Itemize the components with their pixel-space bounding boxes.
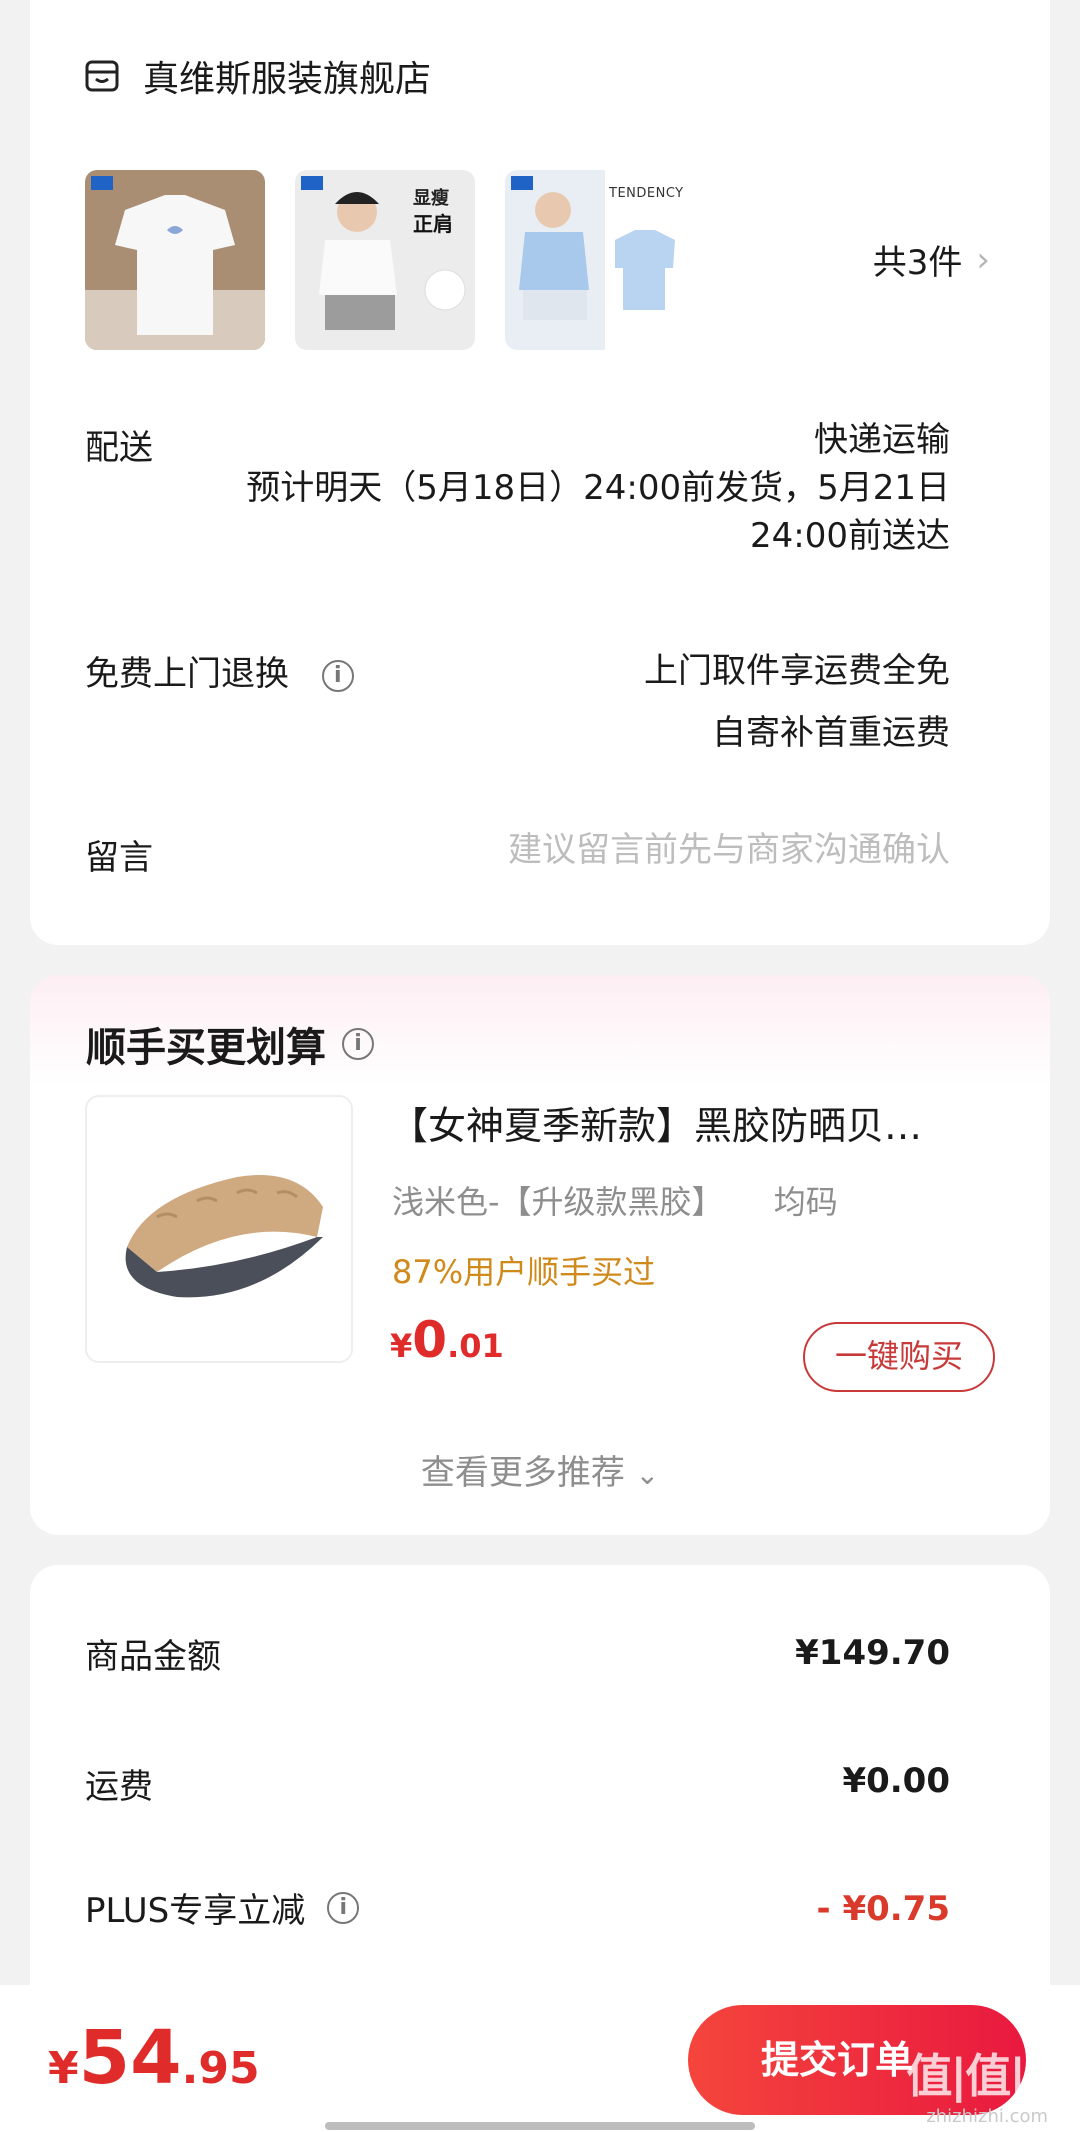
delivery-info[interactable]: 快递运输 预计明天（5月18日）24:00前发货，5月21日 24:00前送达 — [246, 416, 950, 560]
chevron-right-icon: › — [976, 239, 990, 280]
addon-price-int: 0 — [412, 1311, 448, 1369]
product-thumb-1[interactable] — [85, 170, 265, 350]
home-indicator[interactable] — [325, 2122, 755, 2130]
order-card: 真维斯服装旗舰店 显瘦 正肩 TENDENCY 共3件 › 配送 快递运输 预计… — [30, 0, 1050, 945]
addon-spec-size: 均码 — [773, 1183, 838, 1221]
one-click-buy-button[interactable]: 一键购买 — [803, 1322, 995, 1392]
total-price: ¥54.95 — [48, 2015, 260, 2101]
thumb-badge-1: 显瘦 — [413, 188, 449, 209]
product-thumb-2[interactable]: 显瘦 正肩 — [295, 170, 475, 350]
more-recommendations-link[interactable]: 查看更多推荐 ⌄ — [30, 1445, 1050, 1494]
store-icon — [85, 60, 119, 92]
returns-value-2: 自寄补首重运费 — [712, 713, 950, 753]
message-input[interactable]: 建议留言前先与商家沟通确认 — [508, 826, 950, 874]
returns-row-label: 免费上门退换 i — [85, 646, 354, 695]
total-dec: .95 — [181, 2043, 260, 2094]
addon-product-title[interactable]: 【女神夏季新款】黑胶防晒贝… — [390, 1095, 990, 1150]
delivery-method: 快递运输 — [814, 420, 950, 460]
delivery-label: 配送 — [85, 428, 153, 468]
submit-order-label: 提交订单 — [760, 2038, 913, 2082]
info-icon[interactable]: i — [327, 1891, 360, 1924]
plus-discount-label: PLUS专享立减 — [85, 1891, 306, 1931]
plus-discount-value: - ¥0.75 — [816, 1889, 951, 1929]
addon-social-proof: 87%用户顺手买过 — [392, 1253, 656, 1291]
shipping-fee-value: ¥0.00 — [842, 1761, 950, 1801]
thumb-badge-2: 正肩 — [413, 212, 453, 236]
delivery-estimate-2: 24:00前送达 — [750, 516, 950, 556]
returns-info: 上门取件享运费全免 自寄补首重运费 — [644, 640, 950, 764]
addon-title: 顺手买更划算 — [86, 1025, 326, 1071]
product-thumbnails[interactable]: 显瘦 正肩 TENDENCY — [85, 170, 685, 350]
addon-price-currency: ¥ — [390, 1327, 413, 1365]
thumb-caption: TENDENCY — [609, 186, 684, 201]
goods-amount-value: ¥149.70 — [795, 1633, 950, 1673]
info-icon[interactable]: i — [321, 659, 354, 692]
returns-label: 免费上门退换 — [85, 654, 289, 694]
addon-product-spec: 浅米色-【升级款黑胶】 均码 — [392, 1177, 878, 1223]
addon-card: 顺手买更划算 i 【女神夏季新款】黑胶防晒贝… 浅米色-【升级款黑胶】 均码 8… — [30, 975, 1050, 1535]
store-row[interactable]: 真维斯服装旗舰店 — [85, 50, 431, 102]
watermark-logo: 值|值|值 — [906, 2049, 1070, 2103]
addon-price: ¥0.01 — [390, 1311, 504, 1369]
addon-spec-color: 浅米色-【升级款黑胶】 — [392, 1183, 724, 1221]
store-name: 真维斯服装旗舰店 — [143, 59, 432, 100]
goods-amount-label: 商品金额 — [85, 1637, 221, 1677]
addon-title-row: 顺手买更划算 i — [86, 1015, 374, 1073]
message-label: 留言 — [85, 838, 153, 878]
bottom-bar: ¥54.95 提交订单 值|值|值 zhizhizhi.com — [0, 1985, 1080, 2132]
addon-product-image[interactable] — [85, 1095, 353, 1363]
total-currency: ¥ — [48, 2043, 79, 2094]
item-count-link[interactable]: 共3件 › — [873, 235, 990, 284]
chevron-down-icon: ⌄ — [635, 1458, 660, 1491]
total-int: 54 — [78, 2015, 182, 2101]
product-thumb-3[interactable]: TENDENCY — [505, 170, 685, 350]
info-icon[interactable]: i — [342, 1028, 374, 1060]
returns-value-1: 上门取件享运费全免 — [644, 651, 950, 691]
watermark-url: zhizhizhi.com — [926, 2106, 1049, 2127]
watermark: 值|值|值 zhizhizhi.com — [906, 2040, 1070, 2127]
item-count: 共3件 — [872, 243, 963, 283]
delivery-estimate-1: 预计明天（5月18日）24:00前发货，5月21日 — [246, 468, 950, 508]
more-recommendations-label: 查看更多推荐 — [420, 1453, 625, 1493]
plus-discount-row: PLUS专享立减 i — [85, 1883, 360, 1932]
shipping-fee-label: 运费 — [85, 1767, 153, 1807]
addon-price-dec: .01 — [447, 1327, 504, 1365]
